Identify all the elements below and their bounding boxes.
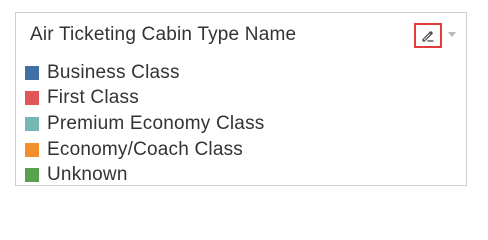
- legend-items: Business Class First Class Premium Econo…: [25, 60, 264, 188]
- legend-item-label: Economy/Coach Class: [47, 138, 243, 160]
- pencil-edit-icon: [421, 29, 435, 43]
- color-swatch: [25, 91, 39, 106]
- legend-item-first-class[interactable]: First Class: [25, 86, 264, 112]
- color-swatch: [25, 116, 39, 131]
- legend-item-label: Unknown: [47, 164, 128, 186]
- legend-item-label: Business Class: [47, 61, 180, 83]
- chevron-down-icon[interactable]: [448, 32, 456, 37]
- legend-item-economy-coach-class[interactable]: Economy/Coach Class: [25, 137, 264, 163]
- legend-item-label: Premium Economy Class: [47, 112, 265, 134]
- color-swatch: [25, 142, 39, 157]
- legend-item-unknown[interactable]: Unknown: [25, 162, 264, 188]
- color-swatch: [25, 168, 39, 183]
- legend-item-business-class[interactable]: Business Class: [25, 60, 264, 86]
- legend-item-label: First Class: [47, 87, 139, 109]
- edit-colors-button[interactable]: [414, 23, 442, 48]
- color-legend-card: Air Ticketing Cabin Type Name Business C…: [15, 12, 467, 186]
- color-swatch: [25, 65, 39, 80]
- legend-title: Air Ticketing Cabin Type Name: [30, 24, 297, 45]
- legend-item-premium-economy-class[interactable]: Premium Economy Class: [25, 111, 264, 137]
